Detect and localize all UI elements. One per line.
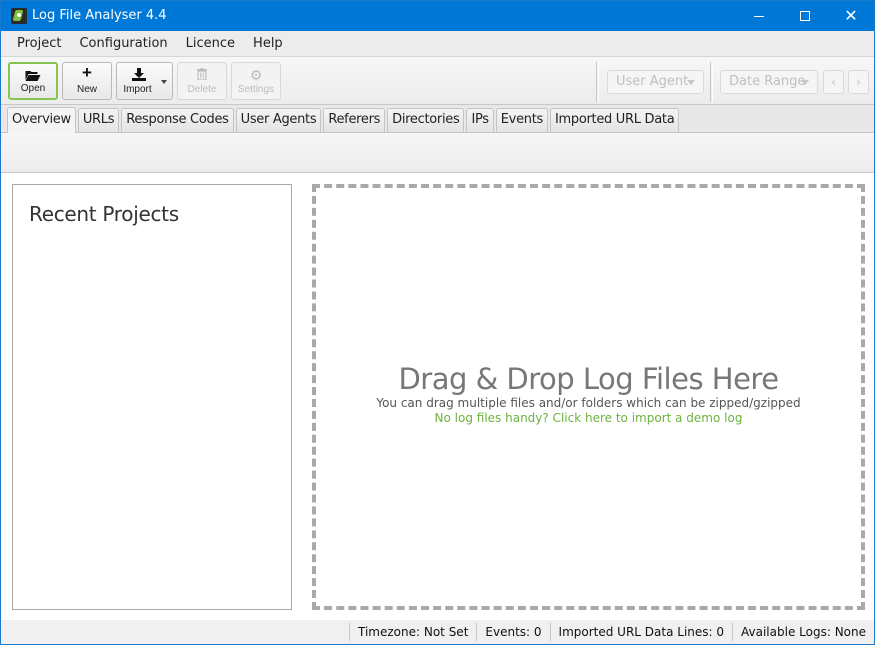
filter-bar: [1, 133, 874, 173]
user-agent-dropdown[interactable]: User Agent: [607, 70, 704, 94]
download-icon: [132, 68, 146, 84]
status-events: Events: 0: [476, 623, 549, 641]
status-available-logs: Available Logs: None: [732, 623, 874, 641]
recent-projects-title: Recent Projects: [29, 202, 179, 226]
previous-button[interactable]: ‹: [823, 70, 844, 94]
chevron-right-icon: ›: [856, 75, 861, 89]
new-label: New: [76, 84, 97, 95]
tab-imported-url-data[interactable]: Imported URL Data: [549, 108, 680, 132]
tab-ips[interactable]: IPs: [466, 108, 494, 132]
menu-help[interactable]: Help: [244, 31, 292, 57]
open-button[interactable]: Open: [8, 62, 58, 100]
maximize-button[interactable]: [782, 1, 828, 31]
menu-project[interactable]: Project: [8, 31, 70, 57]
minimize-button[interactable]: [736, 1, 782, 31]
window-title: Log File Analyser 4.4: [32, 8, 167, 23]
tab-user-agents[interactable]: User Agents: [235, 108, 322, 132]
overview-content: Recent Projects Drag & Drop Log Files He…: [1, 173, 874, 620]
tab-referers[interactable]: Referers: [323, 108, 386, 132]
maximize-icon: [800, 11, 810, 21]
tab-bar: Overview URLs Response Codes User Agents…: [1, 105, 874, 133]
log-file-dropzone[interactable]: Drag & Drop Log Files Here You can drag …: [312, 184, 865, 610]
toolbar: Open + New Import Delete ⚙ Settings User…: [1, 57, 874, 105]
status-bar: Timezone: Not Set Events: 0 Imported URL…: [1, 620, 874, 644]
date-range-dropdown-label: Date Range: [729, 74, 806, 89]
app-logo-icon: [11, 8, 27, 24]
chevron-down-icon: [687, 80, 695, 85]
import-demo-log-link[interactable]: No log files handy? Click here to import…: [435, 411, 743, 426]
delete-label: Delete: [187, 84, 217, 95]
dropzone-subtitle: You can drag multiple files and/or folde…: [376, 396, 801, 410]
settings-button[interactable]: ⚙ Settings: [231, 62, 281, 100]
menu-licence[interactable]: Licence: [177, 31, 244, 57]
delete-button[interactable]: Delete: [177, 62, 227, 100]
new-button[interactable]: + New: [62, 62, 112, 100]
tab-events[interactable]: Events: [495, 108, 548, 132]
import-dropdown-caret-icon[interactable]: [161, 80, 167, 84]
import-button[interactable]: Import: [116, 62, 173, 100]
tab-response-codes[interactable]: Response Codes: [121, 108, 234, 132]
gear-icon: ⚙: [249, 67, 263, 83]
recent-projects-panel: Recent Projects: [12, 184, 292, 610]
close-button[interactable]: ✕: [828, 1, 874, 31]
menu-bar: Project Configuration Licence Help: [1, 31, 874, 57]
folder-open-icon: [25, 69, 41, 83]
tab-overview[interactable]: Overview: [7, 107, 76, 133]
chevron-left-icon: ‹: [831, 75, 836, 89]
user-agent-dropdown-label: User Agent: [616, 74, 689, 89]
minimize-icon: [754, 15, 764, 17]
toolbar-separator: [596, 62, 599, 102]
tab-urls[interactable]: URLs: [77, 108, 120, 132]
chevron-down-icon: [801, 80, 809, 85]
tab-directories[interactable]: Directories: [387, 108, 465, 132]
toolbar-separator: [710, 62, 713, 102]
settings-label: Settings: [237, 84, 275, 95]
plus-icon: +: [82, 63, 92, 82]
trash-icon: [197, 68, 207, 83]
title-bar[interactable]: Log File Analyser 4.4 ✕: [1, 1, 874, 31]
date-range-dropdown[interactable]: Date Range: [720, 70, 818, 94]
status-imported-lines: Imported URL Data Lines: 0: [549, 623, 732, 641]
menu-configuration[interactable]: Configuration: [70, 31, 176, 57]
app-window: Log File Analyser 4.4 ✕ Project Configur…: [0, 0, 875, 645]
import-label: Import: [123, 84, 152, 95]
dropzone-title: Drag & Drop Log Files Here: [398, 362, 779, 396]
status-timezone: Timezone: Not Set: [349, 623, 476, 641]
next-button[interactable]: ›: [848, 70, 869, 94]
open-label: Open: [20, 83, 46, 94]
close-icon: ✕: [844, 6, 858, 25]
